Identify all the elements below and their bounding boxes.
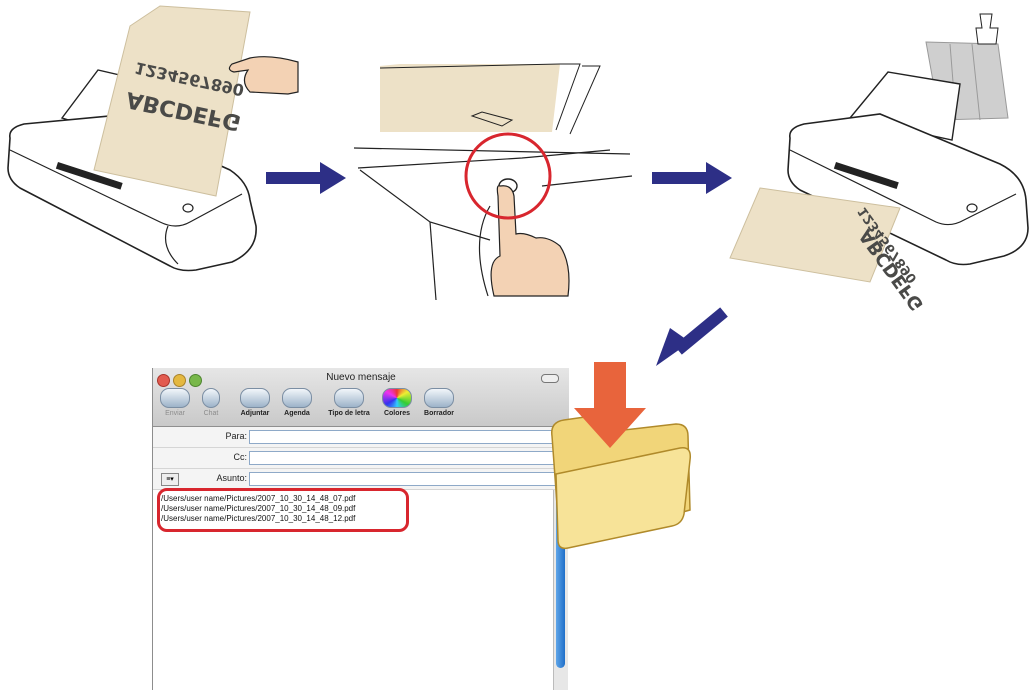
folder-drop-illustration bbox=[551, 362, 692, 550]
